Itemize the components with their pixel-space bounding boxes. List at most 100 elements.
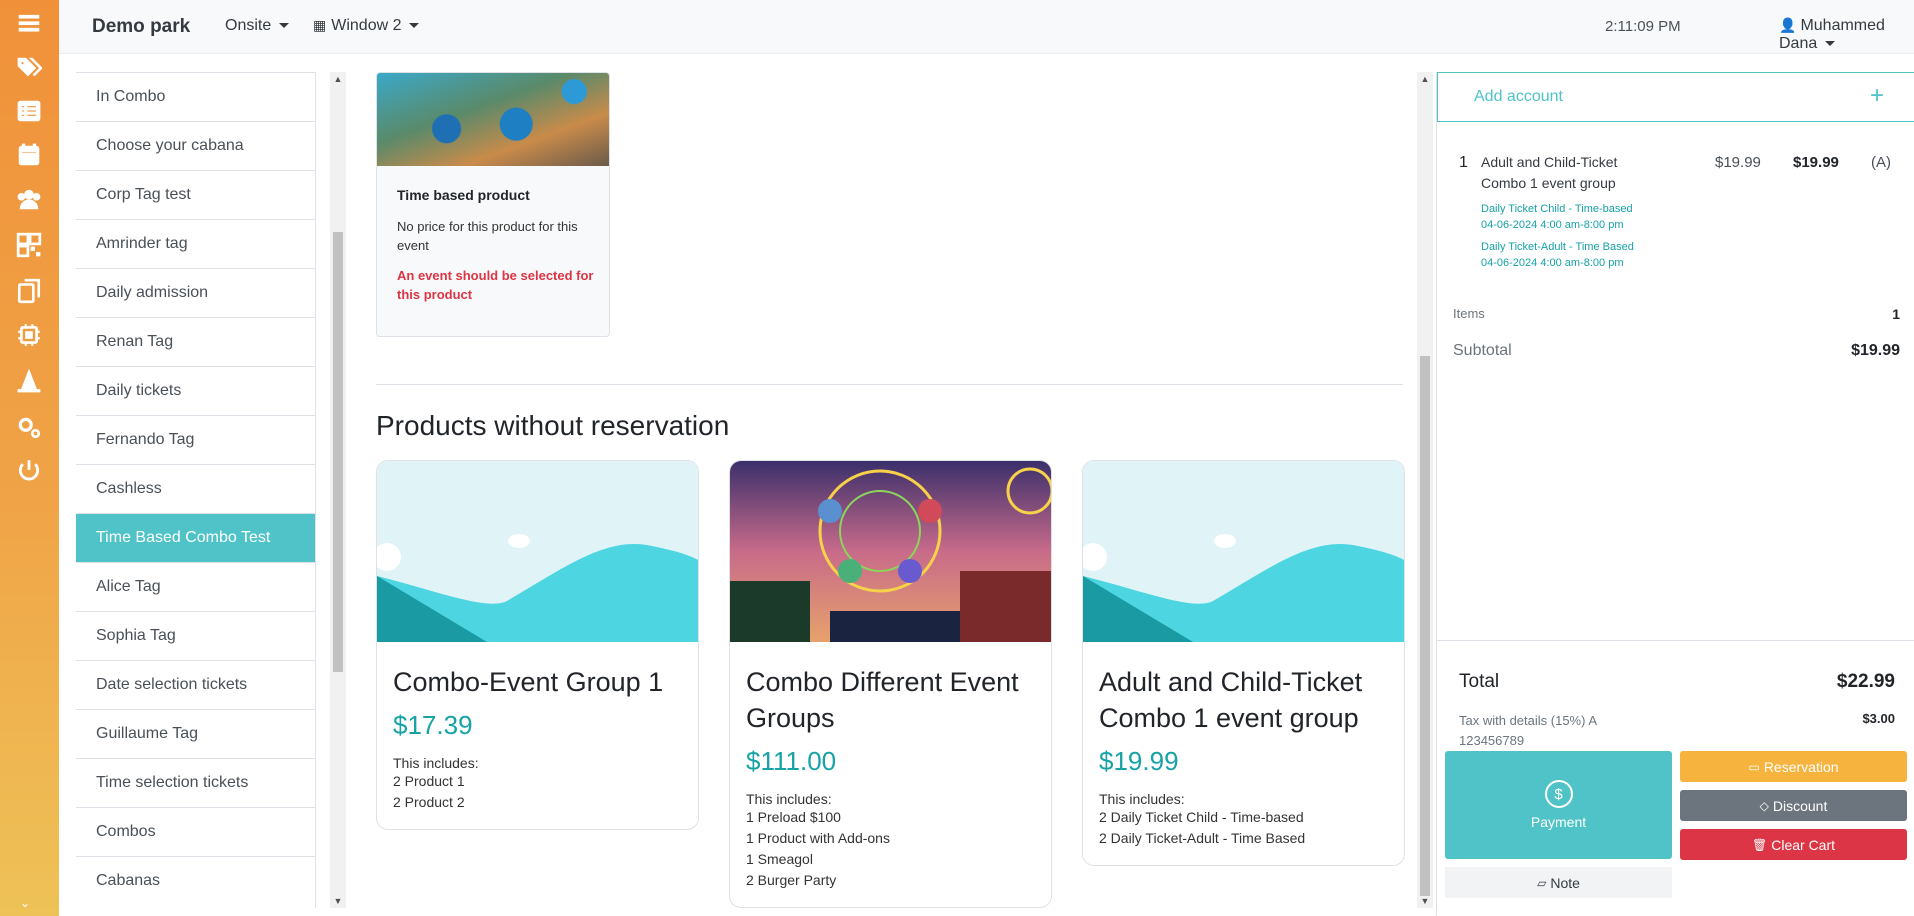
scrollbar-thumb[interactable] bbox=[1420, 356, 1430, 896]
note-button[interactable]: ▱ Note bbox=[1445, 867, 1672, 898]
cart-item-qty: 1 bbox=[1459, 154, 1468, 171]
product-note: No price for this product for this event bbox=[397, 219, 578, 253]
total-value: $22.99 bbox=[1836, 671, 1895, 692]
category-item[interactable]: Amrinder tag bbox=[76, 219, 315, 268]
menu-icon[interactable] bbox=[14, 8, 44, 38]
settings-icon[interactable] bbox=[14, 412, 44, 442]
include-line: 1 Preload $100 bbox=[746, 809, 841, 825]
scroll-down-icon[interactable]: ▼ bbox=[330, 896, 346, 906]
includes-label: This includes: bbox=[746, 791, 832, 807]
chevron-down-icon[interactable]: ⌄ bbox=[20, 896, 30, 910]
calendar-icon[interactable] bbox=[14, 140, 44, 170]
product-warning: An event should be selected for this pro… bbox=[397, 268, 594, 302]
top-bar: Demo park Onsite ▦ Window 2 2:11:09 PM 👤 M… bbox=[59, 0, 1914, 54]
time-based-product-card[interactable]: Time based product No price for this pro… bbox=[376, 72, 610, 337]
product-name: Adult and Child-Ticket Combo 1 event gro… bbox=[1099, 667, 1363, 733]
category-item[interactable]: Date selection tickets bbox=[76, 660, 315, 709]
category-item[interactable]: Corp Tag test bbox=[76, 170, 315, 219]
mode-dropdown-label: Onsite bbox=[225, 17, 272, 34]
power-icon[interactable] bbox=[14, 456, 44, 486]
total-label: Total bbox=[1459, 671, 1500, 692]
brand-title: Demo park bbox=[92, 16, 191, 37]
cart-subitem-name: Daily Ticket-Adult - Time Based bbox=[1481, 241, 1634, 253]
clear-cart-label: Clear Cart bbox=[1771, 836, 1836, 853]
product-title: Time based product bbox=[397, 187, 530, 203]
category-item[interactable]: Fernando Tag bbox=[76, 415, 315, 464]
category-scrollbar[interactable]: ▲ ▼ bbox=[330, 72, 346, 908]
tags-icon[interactable] bbox=[14, 52, 44, 82]
category-item[interactable]: Alice Tag bbox=[76, 562, 315, 611]
discount-label: Discount bbox=[1772, 797, 1828, 814]
add-account-button[interactable]: Add account + bbox=[1437, 72, 1914, 122]
copy-icon[interactable] bbox=[14, 276, 44, 306]
product-name: Combo Different Event Groups bbox=[746, 667, 1019, 733]
scroll-up-icon[interactable]: ▲ bbox=[1417, 74, 1433, 84]
product-price: $19.99 bbox=[1099, 746, 1179, 776]
clear-cart-button[interactable]: 🗑 Clear Cart bbox=[1680, 829, 1907, 860]
mode-dropdown[interactable]: Onsite bbox=[225, 17, 290, 35]
category-item[interactable]: Cabanas bbox=[76, 856, 315, 905]
scrollbar-thumb[interactable] bbox=[333, 232, 343, 672]
qr-code-icon[interactable] bbox=[14, 230, 44, 260]
category-item[interactable]: Combos bbox=[76, 807, 315, 856]
include-line: 2 Daily Ticket Child - Time-based bbox=[1099, 809, 1304, 825]
tax-label: Tax with details (15%) A 123456789 bbox=[1459, 713, 1597, 748]
calendar-icon: ▭ bbox=[1748, 759, 1760, 774]
category-item[interactable]: In Combo bbox=[76, 72, 315, 121]
window-dropdown[interactable]: ▦ Window 2 bbox=[313, 17, 420, 35]
note-label: Note bbox=[1550, 874, 1580, 891]
scroll-down-icon[interactable]: ▼ bbox=[1417, 896, 1433, 906]
category-item[interactable]: Time Based Combo Test bbox=[76, 513, 315, 562]
product-price: $17.39 bbox=[393, 710, 473, 740]
category-item[interactable]: Choose your cabana bbox=[76, 121, 315, 170]
user-menu[interactable]: 👤 Muhammed Dana bbox=[1779, 17, 1914, 53]
side-rail: ⌄ bbox=[0, 0, 59, 916]
cart-item-name[interactable]: Adult and Child-Ticket Combo 1 event gro… bbox=[1481, 152, 1641, 194]
category-item[interactable]: Guillaume Tag bbox=[76, 709, 315, 758]
category-item[interactable]: Time selection tickets bbox=[76, 758, 315, 807]
chip-icon[interactable] bbox=[14, 320, 44, 350]
payment-button[interactable]: $ Payment bbox=[1445, 751, 1672, 859]
user-icon: 👤 bbox=[1779, 17, 1797, 33]
tax-value: $3.00 bbox=[1862, 711, 1895, 726]
dollar-icon: $ bbox=[1544, 780, 1573, 808]
register-icon: ▦ bbox=[313, 17, 327, 33]
ferris-wheel-image bbox=[730, 461, 1051, 642]
tag-icon: ◇ bbox=[1759, 798, 1769, 813]
cart-item-tax-code: (A) bbox=[1871, 154, 1891, 171]
discount-button[interactable]: ◇ Discount bbox=[1680, 790, 1907, 821]
include-line: 2 Product 1 bbox=[393, 773, 465, 789]
section-title: Products without reservation bbox=[376, 410, 730, 441]
reservation-label: Reservation bbox=[1763, 758, 1839, 775]
product-card[interactable]: Combo-Event Group 1 $17.39 This includes… bbox=[376, 460, 699, 830]
plus-icon[interactable]: + bbox=[1870, 82, 1884, 110]
product-card[interactable]: Combo Different Event Groups $111.00 Thi… bbox=[729, 460, 1052, 908]
items-label: Items bbox=[1453, 306, 1485, 321]
placeholder-image bbox=[377, 461, 698, 642]
users-icon[interactable] bbox=[14, 184, 44, 214]
reservation-button[interactable]: ▭ Reservation bbox=[1680, 751, 1907, 782]
category-item[interactable]: Renan Tag bbox=[76, 317, 315, 366]
window-dropdown-label: Window 2 bbox=[331, 17, 402, 34]
caret-down-icon bbox=[1825, 41, 1836, 47]
list-icon[interactable] bbox=[14, 96, 44, 126]
clock: 2:11:09 PM bbox=[1605, 18, 1681, 35]
include-line: 2 Product 2 bbox=[393, 794, 465, 810]
cart-item-total: $19.99 bbox=[1793, 154, 1839, 171]
includes-label: This includes: bbox=[393, 755, 479, 771]
category-item[interactable]: Sophia Tag bbox=[76, 611, 315, 660]
category-item[interactable]: Daily tickets bbox=[76, 366, 315, 415]
category-item[interactable]: Daily admission bbox=[76, 268, 315, 317]
product-image bbox=[377, 73, 609, 166]
subtotal-value: $19.99 bbox=[1851, 342, 1900, 359]
cart-panel: Add account + 1 Adult and Child-Ticket C… bbox=[1436, 72, 1914, 916]
scroll-up-icon[interactable]: ▲ bbox=[330, 74, 346, 84]
product-price: $111.00 bbox=[746, 746, 837, 776]
category-item[interactable]: Cashless bbox=[76, 464, 315, 513]
product-scrollbar[interactable]: ▲ ▼ bbox=[1417, 72, 1433, 908]
caret-down-icon bbox=[409, 23, 420, 29]
cart-subitem-time: 04-06-2024 4:00 am-8:00 pm bbox=[1481, 257, 1624, 269]
include-line: 1 Product with Add-ons bbox=[746, 830, 890, 846]
product-card[interactable]: Adult and Child-Ticket Combo 1 event gro… bbox=[1082, 460, 1405, 866]
cone-icon[interactable] bbox=[14, 366, 44, 396]
